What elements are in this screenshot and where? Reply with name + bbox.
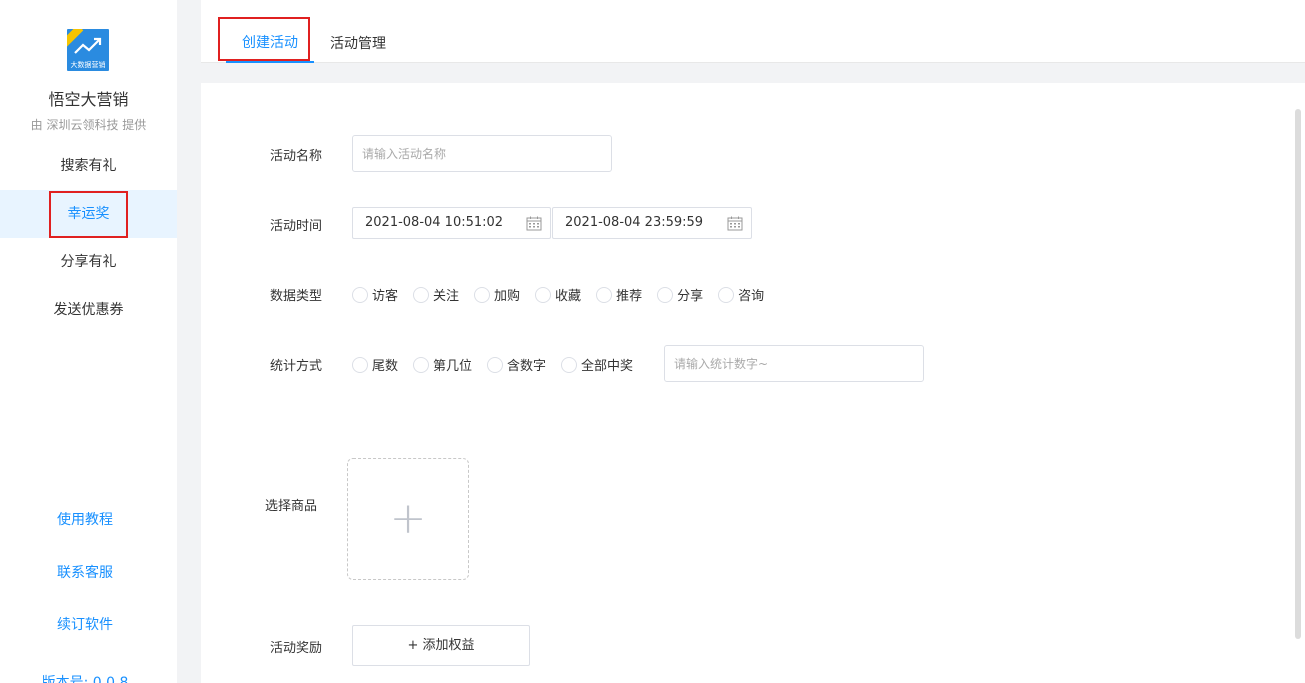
reward-label: 活动奖励 [270,641,323,656]
stat-method-label: 统计方式 [270,359,323,374]
radio-circle [352,356,368,373]
sidebar-item-send-coupon[interactable]: 发送优惠券 [0,286,177,334]
stat-method-option-all-win[interactable]: 全部中奖 [561,355,633,374]
radio-circle [657,286,674,303]
activity-name-input[interactable] [352,135,612,172]
start-date-value: 2021-08-04 10:51:02 [365,215,504,230]
radio-circle [561,356,578,373]
radio-circle [487,356,504,373]
sidebar-item-lucky-prize[interactable]: 幸运奖 [0,190,177,238]
version-text: 版本号: 0.0.8 [41,675,129,683]
sidebar-item-label: 分享有礼 [60,254,117,270]
activity-name-label: 活动名称 [270,149,323,164]
add-product-upload[interactable]: + [347,458,469,580]
stat-number-input[interactable] [664,345,924,382]
calendar-icon [526,216,542,231]
sidebar-item-search-gift[interactable]: 搜索有礼 [0,142,177,190]
calendar-icon [727,216,743,231]
add-benefit-button[interactable]: + 添加权益 [352,625,530,666]
end-date-value: 2021-08-04 23:59:59 [565,215,704,230]
radio-circle [535,286,552,303]
stat-method-option-contains-digit[interactable]: 含数字 [487,355,546,374]
data-type-option-follow[interactable]: 关注 [413,285,459,304]
logo-text: 大数据营销 [70,61,106,69]
sidebar-item-label: 搜索有礼 [60,158,117,174]
highlight-box [218,17,310,61]
sidebar-item-label: 发送优惠券 [53,302,124,318]
sidebar-item-share-gift[interactable]: 分享有礼 [0,238,177,286]
radio-circle [352,286,368,303]
tab-create-activity[interactable]: 创建活动 [218,0,314,63]
stat-method-option-last-digit[interactable]: 尾数 [352,355,398,374]
select-product-label: 选择商品 [265,499,318,514]
trend-chart-icon [74,37,102,54]
radio-circle [474,286,491,303]
stat-method-radio-group: 尾数 第几位 含数字 全部中奖 [352,355,648,374]
end-date-picker[interactable]: 2021-08-04 23:59:59 [552,207,752,239]
data-type-option-consult[interactable]: 咨询 [718,285,764,304]
radio-circle [413,356,430,373]
start-date-picker[interactable]: 2021-08-04 10:51:02 [352,207,551,239]
data-type-option-recommend[interactable]: 推荐 [596,285,642,304]
data-type-option-cart[interactable]: 加购 [474,285,520,304]
renew-link[interactable]: 续订软件 [0,614,170,634]
support-link[interactable]: 联系客服 [0,562,170,582]
tab-activity-management[interactable]: 活动管理 [330,0,386,63]
tutorial-link[interactable]: 使用教程 [0,509,170,529]
radio-circle [718,286,735,303]
form-card: 活动名称 活动时间 2021-08-04 10:51:02 2021-08-04… [201,83,1305,683]
activity-time-label: 活动时间 [270,219,323,234]
data-type-label: 数据类型 [270,289,323,304]
highlight-box: 幸运奖 [49,191,128,238]
data-type-radio-group: 访客 关注 加购 收藏 推荐 分享 咨询 [352,285,779,304]
tab-bar: 创建活动 活动管理 [201,0,1305,63]
plus-icon: + [389,493,427,544]
data-type-option-favorite[interactable]: 收藏 [535,285,581,304]
scrollbar[interactable] [1295,109,1301,639]
app-name: 悟空大营销 [48,90,129,109]
sidebar: 大数据营销 悟空大营销 由 深圳云领科技 提供 搜索有礼 幸运奖 分享有礼 发送… [0,0,177,683]
data-type-option-share[interactable]: 分享 [657,285,703,304]
app-logo: 大数据营销 [67,29,109,71]
tab-label: 活动管理 [330,36,386,52]
sidebar-item-label: 幸运奖 [67,206,110,222]
radio-circle [596,286,613,303]
data-type-option-visitor[interactable]: 访客 [352,285,398,304]
radio-circle [413,286,430,303]
app-provider: 由 深圳云领科技 提供 [30,118,147,132]
stat-method-option-nth-position[interactable]: 第几位 [413,355,472,374]
